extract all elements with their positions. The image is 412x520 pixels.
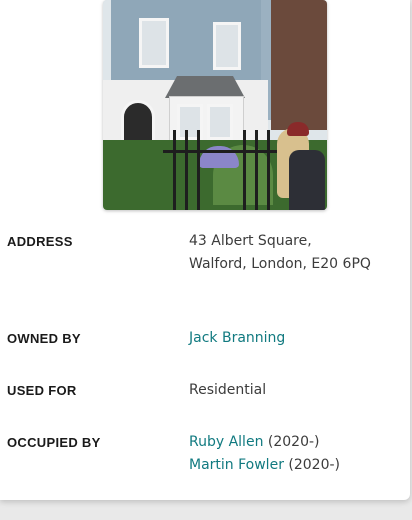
owned-by-label: OWNED BY — [7, 331, 81, 346]
occupant-item: Ruby Allen (2020-) — [189, 431, 340, 454]
occupied-by-label: OCCUPIED BY — [7, 435, 101, 450]
occupant-link[interactable]: Martin Fowler — [189, 457, 284, 473]
occupant-link[interactable]: Ruby Allen — [189, 434, 263, 450]
property-photo — [103, 0, 327, 210]
used-for-label: USED FOR — [7, 383, 77, 398]
property-info-card: ADDRESS 43 Albert Square, Walford, Londo… — [0, 0, 410, 500]
address-line-1: 43 Albert Square, — [189, 233, 312, 249]
occupant-years: (2020-) — [267, 434, 320, 450]
occupants-list: Ruby Allen (2020-) Martin Fowler (2020-) — [189, 431, 340, 477]
address-label: ADDRESS — [7, 234, 73, 249]
used-for-value: Residential — [189, 382, 267, 398]
address-value: 43 Albert Square, Walford, London, E20 6… — [189, 230, 371, 276]
occupant-years: (2020-) — [288, 457, 341, 473]
address-line-2: Walford, London, E20 6PQ — [189, 256, 371, 272]
owner-link[interactable]: Jack Branning — [189, 330, 285, 346]
occupant-item: Martin Fowler (2020-) — [189, 454, 340, 477]
